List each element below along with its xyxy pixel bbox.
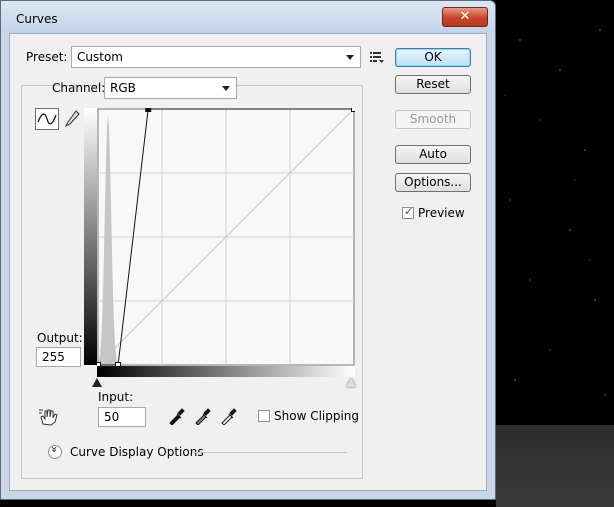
- preset-value: Custom: [77, 50, 123, 64]
- curve-display-options-label[interactable]: Curve Display Options: [70, 445, 204, 459]
- reset-button[interactable]: Reset: [395, 75, 471, 94]
- white-eyedropper-icon[interactable]: [220, 407, 238, 425]
- curve-graph[interactable]: [97, 108, 355, 366]
- preview-label: Preview: [418, 206, 465, 220]
- white-point-slider[interactable]: [346, 378, 356, 387]
- curve-point: [145, 108, 152, 112]
- ok-button[interactable]: OK: [395, 48, 471, 67]
- gray-eyedropper-icon[interactable]: [194, 407, 212, 425]
- preview-checkbox[interactable]: [402, 205, 414, 219]
- close-button[interactable]: ✕: [442, 7, 488, 27]
- preset-select[interactable]: Custom: [71, 46, 361, 68]
- chevron-down-icon: [346, 55, 354, 60]
- hand-icon[interactable]: [38, 407, 60, 427]
- options-button[interactable]: Options...: [395, 173, 471, 192]
- show-clipping-checkbox[interactable]: [258, 410, 270, 422]
- channel-select[interactable]: RGB: [104, 77, 237, 99]
- input-field[interactable]: 50: [98, 407, 146, 427]
- input-label: Input:: [98, 390, 134, 404]
- channel-value: RGB: [110, 81, 136, 95]
- output-gradient-bar: [84, 108, 97, 365]
- curve-tool-icon[interactable]: [35, 108, 59, 130]
- expand-icon[interactable]: [48, 445, 62, 459]
- black-point-slider[interactable]: [92, 378, 102, 387]
- close-icon: ✕: [459, 9, 471, 24]
- output-field[interactable]: 255: [36, 347, 81, 367]
- channel-label: Channel:: [52, 81, 106, 95]
- divider: [192, 452, 347, 453]
- preset-label: Preset:: [26, 50, 68, 64]
- output-label: Output:: [37, 331, 83, 345]
- input-gradient-bar: [97, 366, 355, 377]
- window-title: Curves: [16, 12, 58, 26]
- chevron-down-icon: [222, 86, 230, 91]
- title-bar[interactable]: Curves ✕: [1, 1, 495, 33]
- smooth-button[interactable]: Smooth: [395, 110, 471, 129]
- presets-menu-icon[interactable]: [370, 51, 384, 63]
- pencil-icon[interactable]: [63, 108, 81, 130]
- black-eyedropper-icon[interactable]: [168, 407, 186, 425]
- show-clipping-label: Show Clipping: [274, 409, 360, 423]
- background-band: [496, 425, 614, 507]
- auto-button[interactable]: Auto: [395, 145, 471, 164]
- curve-point: [351, 108, 355, 112]
